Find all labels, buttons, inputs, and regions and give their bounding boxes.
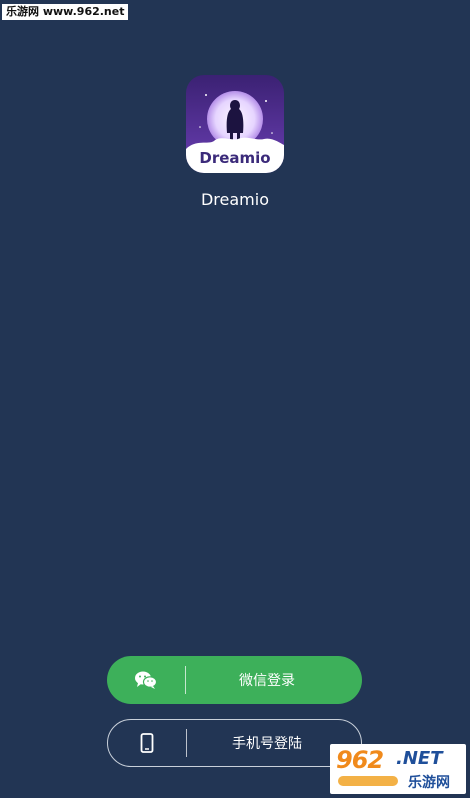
phone-icon [108, 720, 186, 766]
phone-login-button[interactable]: 手机号登陆 [107, 719, 362, 767]
watermark-suffix: .NET [396, 748, 443, 769]
app-logo-text: Dreamio [199, 149, 270, 167]
wechat-login-label: 微信登录 [239, 673, 295, 689]
app-logo-image: Dreamio [186, 75, 284, 173]
watermark-number: 962 [336, 746, 384, 774]
app-logo: Dreamio [186, 75, 284, 173]
watermark-cn-text: 乐游网 [408, 775, 450, 791]
app-name: Dreamio [200, 190, 269, 209]
watermark-swoosh [338, 776, 398, 786]
wechat-login-button[interactable]: 微信登录 [107, 656, 362, 704]
wechat-icon [107, 656, 185, 704]
site-watermark-logo: 962 .NET 乐游网 [330, 744, 466, 794]
site-watermark-top: 乐游网 www.962.net [2, 4, 129, 20]
